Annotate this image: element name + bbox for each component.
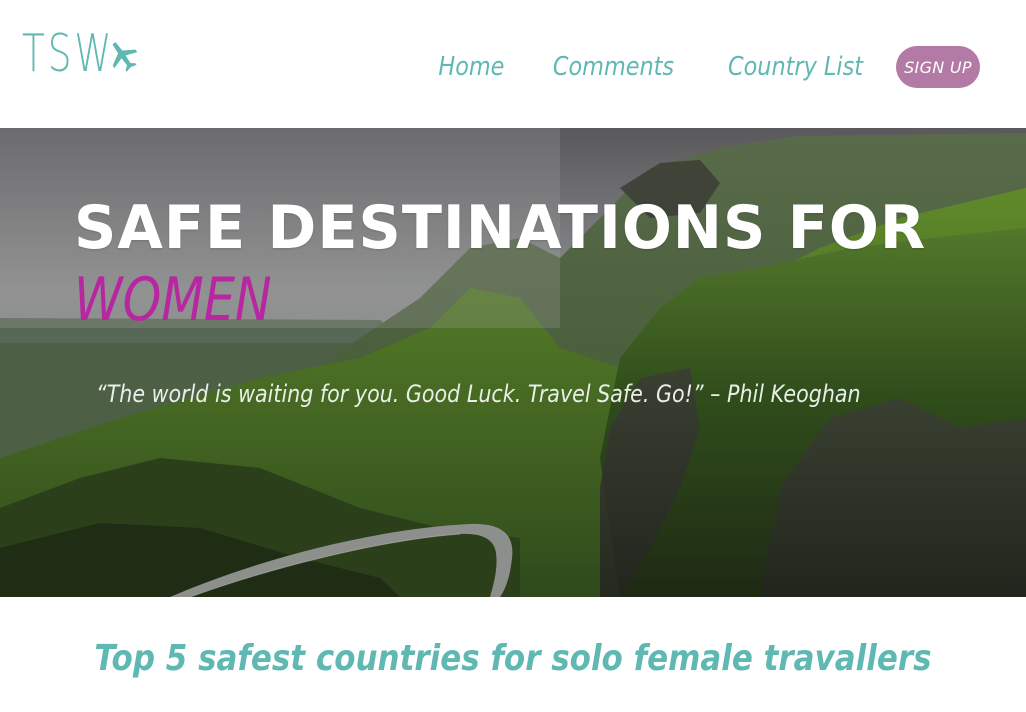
section-heading: Top 5 safest countries for solo female t…	[94, 638, 932, 679]
sign-up-button[interactable]: SIGN UP	[896, 46, 980, 88]
hero-title: SAFE DESTINATIONS FOR	[74, 193, 927, 263]
nav-comments-link[interactable]: Comments	[553, 52, 674, 82]
logo-text: TSW	[22, 24, 115, 84]
hero-quote: “The world is waiting for you. Good Luck…	[96, 380, 861, 408]
nav-home-link[interactable]: Home	[439, 52, 505, 82]
site-logo[interactable]: TSW	[22, 22, 140, 86]
hero-accent-word: WOMEN	[74, 265, 272, 335]
hero-banner: SAFE DESTINATIONS FOR WOMEN “The world i…	[0, 128, 1026, 597]
site-header: TSW Home Comments Country List SIGN UP	[0, 0, 1026, 128]
nav-country-list-link[interactable]: Country List	[728, 52, 863, 82]
main-nav: Home Comments Country List SIGN UP	[400, 46, 980, 88]
